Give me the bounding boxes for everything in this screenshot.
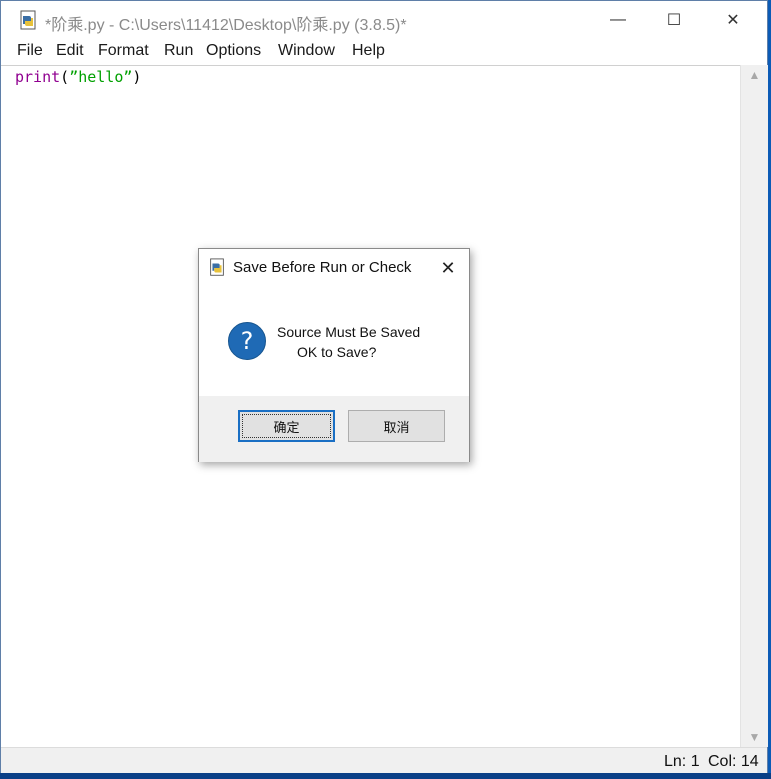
- menu-edit[interactable]: Edit: [56, 42, 84, 60]
- question-icon: ?: [228, 322, 266, 360]
- code-line: print(”hello”): [15, 68, 141, 86]
- menu-window[interactable]: Window: [278, 42, 335, 60]
- vertical-scrollbar[interactable]: ▲ ▼: [740, 65, 768, 747]
- close-button[interactable]: ✕: [704, 1, 762, 39]
- line-number: Ln: 1: [664, 753, 700, 770]
- column-number: Col: 14: [708, 753, 759, 770]
- code-close-paren: ): [132, 68, 142, 86]
- close-icon: ✕: [440, 257, 456, 278]
- status-bar: Ln: 1 Col: 14: [1, 747, 767, 775]
- ok-button[interactable]: 确定: [238, 410, 335, 442]
- dialog-close-button[interactable]: ✕: [429, 251, 467, 285]
- scroll-up-icon[interactable]: ▲: [741, 65, 768, 85]
- dialog-message-line2: OK to Save?: [297, 344, 377, 360]
- scroll-down-icon[interactable]: ▼: [741, 727, 768, 747]
- python-file-icon: [210, 258, 224, 276]
- title-bar[interactable]: *阶乘.py - C:\Users\11412\Desktop\阶乘.py (3…: [1, 1, 767, 39]
- desktop-background-bottom: [0, 773, 771, 779]
- dialog-message-line1: Source Must Be Saved: [277, 324, 421, 340]
- dialog-title-bar[interactable]: Save Before Run or Check ✕: [199, 249, 469, 287]
- code-open-paren: (: [60, 68, 70, 86]
- minimize-icon: —: [610, 11, 626, 28]
- save-before-run-dialog: Save Before Run or Check ✕ ? Source Must…: [198, 248, 470, 462]
- code-string: ”hello”: [69, 68, 133, 86]
- cancel-button[interactable]: 取消: [348, 410, 445, 442]
- menu-bar: File Edit Format Run Options Window Help: [1, 39, 767, 65]
- menu-options[interactable]: Options: [206, 42, 261, 60]
- window-title: *阶乘.py - C:\Users\11412\Desktop\阶乘.py (3…: [45, 17, 407, 34]
- minimize-button[interactable]: —: [589, 1, 647, 39]
- dialog-title: Save Before Run or Check: [233, 259, 412, 276]
- python-file-icon: [20, 10, 36, 30]
- menu-help[interactable]: Help: [352, 42, 385, 60]
- dialog-button-area: 确定 取消: [199, 396, 469, 462]
- menu-file[interactable]: File: [17, 42, 43, 60]
- maximize-icon: ☐: [666, 12, 682, 29]
- maximize-button[interactable]: ☐: [645, 1, 703, 39]
- code-keyword: print: [15, 68, 61, 86]
- menu-format[interactable]: Format: [98, 42, 149, 60]
- close-icon: ✕: [726, 12, 740, 29]
- menu-run[interactable]: Run: [164, 42, 193, 60]
